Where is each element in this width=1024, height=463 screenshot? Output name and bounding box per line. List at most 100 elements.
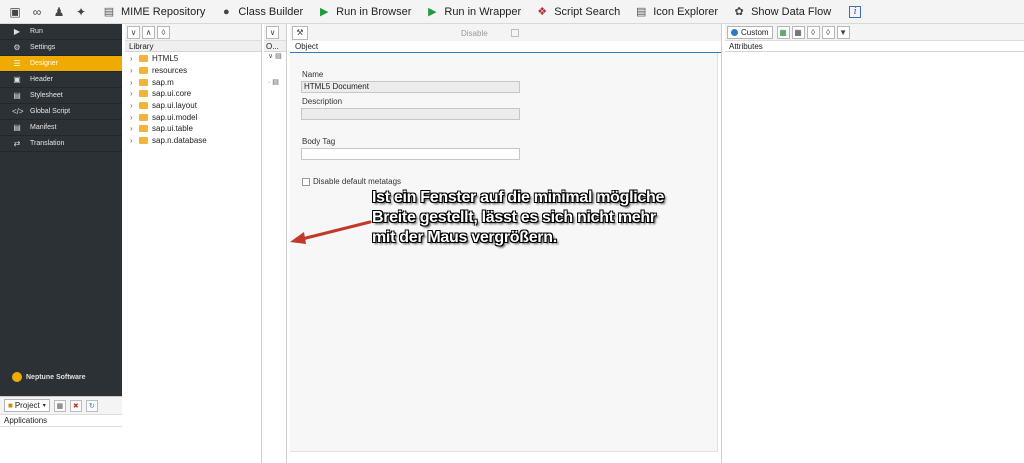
info-button[interactable]: i (849, 5, 862, 18)
applications-header: Applications (0, 415, 122, 427)
outline-toolbar: ∨ (264, 24, 286, 41)
project-dropdown[interactable]: ■ Project ▾ (4, 399, 50, 412)
binoculars-icon[interactable]: ◊ (806, 25, 820, 39)
tree-item[interactable]: › sap.m (125, 76, 261, 88)
collapse-all-icon[interactable]: ∧ (142, 25, 155, 39)
chevron-right-icon: › (130, 136, 133, 146)
tree-item[interactable]: › HTML5 (125, 53, 261, 65)
outline-node-icon[interactable]: · ▤ (264, 78, 286, 90)
outline-node-icon[interactable]: ∨ ▤ (264, 52, 286, 64)
body-tag-field[interactable] (301, 148, 520, 160)
folder-icon (139, 102, 148, 110)
wand-icon[interactable]: ✦ (74, 5, 88, 19)
library-header: Library (125, 41, 261, 52)
outline-panel: ∨ O... ∨ ▤ · ▤ (264, 24, 287, 463)
nav-item-translation[interactable]: ⇄ Translation (0, 136, 122, 152)
nav-item-global-script[interactable]: </> Global Script (0, 104, 122, 120)
html5-icon: ▣ (13, 75, 21, 84)
run-in-browser-button[interactable]: ▶ Run in Browser (317, 5, 411, 19)
chevron-right-icon: › (130, 112, 133, 122)
tree-item[interactable]: › resources (125, 65, 261, 77)
grid-icon[interactable]: ▦ (53, 399, 66, 412)
wrench-icon[interactable]: ⚒ (292, 25, 308, 40)
nav-item-label: Global Script (30, 108, 71, 115)
folder-icon (139, 125, 148, 133)
mime-icon: ▤ (103, 6, 115, 18)
class-builder-label: Class Builder (238, 5, 304, 18)
show-data-flow-button[interactable]: ✿ Show Data Flow (732, 5, 831, 19)
tree-item[interactable]: › sap.ui.model (125, 111, 261, 123)
tree-item-label: resources (152, 66, 188, 76)
library-panel: ∨ ∧ ◊ Library › HTML5 › resources › sap.… (125, 24, 262, 463)
nav-item-header[interactable]: ▣ Header (0, 72, 122, 88)
info-icon: i (853, 6, 857, 17)
script-search-label: Script Search (554, 5, 621, 18)
nav-item-label: Translation (30, 140, 65, 147)
tree-item[interactable]: › sap.n.database (125, 135, 261, 147)
library-toolbar: ∨ ∧ ◊ (125, 24, 261, 41)
image-icon[interactable]: ▦ (776, 25, 790, 39)
run-in-wrapper-label: Run in Wrapper (444, 5, 522, 18)
brand: Neptune Software (12, 372, 86, 382)
metatags-checkbox[interactable] (302, 178, 310, 186)
save-icon[interactable]: ▣ (8, 5, 22, 19)
project-label: Project (14, 401, 40, 410)
users-icon[interactable]: ♟ (52, 5, 66, 19)
run-in-wrapper-button[interactable]: ▶ Run in Wrapper (425, 5, 521, 19)
delete-icon[interactable]: ✖ (69, 399, 82, 412)
disable-label: Disable (461, 29, 488, 38)
chevron-right-icon: › (130, 54, 133, 64)
icon-explorer-label: Icon Explorer (653, 5, 719, 18)
expand-all-icon[interactable]: ∨ (266, 25, 279, 39)
chevron-right-icon: › (130, 124, 133, 134)
nav-item-label: Header (30, 76, 53, 83)
script-search-button[interactable]: ❖ Script Search (535, 5, 620, 19)
custom-button[interactable]: Custom (727, 25, 773, 39)
code-icon: </> (12, 107, 24, 116)
tree-item[interactable]: › sap.ui.table (125, 123, 261, 135)
description-label: Description (302, 97, 343, 106)
left-navigation: ▶ Run ⚙ Settings ☰ Designer ▣ Header ▤ S… (0, 24, 122, 396)
folder-icon (139, 67, 148, 75)
folder-icon (139, 90, 148, 98)
run-triangle-icon: ▶ (319, 6, 329, 18)
brand-name: Neptune Software (26, 373, 86, 381)
binoculars-next-icon[interactable]: ◊ (821, 25, 835, 39)
mime-repository-button[interactable]: ▤ MIME Repository (102, 5, 206, 19)
filter-icon[interactable]: ▼ (836, 25, 850, 39)
attributes-panel: Custom ▦ ▦ ◊ ◊ ▼ Attributes (725, 24, 1024, 463)
mime-repository-label: MIME Repository (121, 5, 206, 18)
glasses-icon[interactable]: ∞ (30, 5, 44, 19)
neptune-logo-icon (12, 372, 22, 382)
nav-item-run[interactable]: ▶ Run (0, 24, 122, 40)
refresh-icon[interactable]: ↻ (85, 399, 98, 412)
disable-checkbox[interactable] (511, 29, 519, 37)
project-toolbar: ■ Project ▾ ▦ ✖ ↻ (0, 397, 122, 415)
project-icon: ■ (8, 401, 13, 410)
description-field[interactable] (301, 108, 520, 120)
nav-item-settings[interactable]: ⚙ Settings (0, 40, 122, 56)
custom-label: Custom (741, 27, 769, 37)
chevron-right-icon: › (130, 101, 133, 111)
nav-item-stylesheet[interactable]: ▤ Stylesheet (0, 88, 122, 104)
class-builder-button[interactable]: ● Class Builder (219, 5, 303, 19)
name-field[interactable]: HTML5 Document (301, 81, 520, 93)
binoculars-icon[interactable]: ◊ (157, 25, 170, 39)
show-data-flow-label: Show Data Flow (751, 5, 832, 18)
play-icon: ▶ (13, 27, 21, 36)
shuffle-icon: ⇄ (13, 139, 21, 148)
data-flow-icon: ✿ (734, 6, 744, 18)
tree-item[interactable]: › sap.ui.layout (125, 100, 261, 112)
nav-item-label: Settings (30, 44, 56, 51)
nav-item-manifest[interactable]: ▤ Manifest (0, 120, 122, 136)
metatags-label: Disable default metatags (313, 177, 402, 186)
nav-item-designer[interactable]: ☰ Designer (0, 56, 122, 72)
tree-item-label: HTML5 (152, 54, 179, 64)
grid-icon[interactable]: ▦ (791, 25, 805, 39)
icon-explorer-button[interactable]: ▤ Icon Explorer (634, 5, 718, 19)
object-toolbar: ⚒ Disable (290, 24, 721, 41)
expand-all-icon[interactable]: ∨ (127, 25, 140, 39)
run-triangle-icon: ▶ (428, 6, 437, 18)
tree-item[interactable]: › sap.ui.core (125, 88, 261, 100)
chevron-right-icon: › (130, 89, 133, 99)
